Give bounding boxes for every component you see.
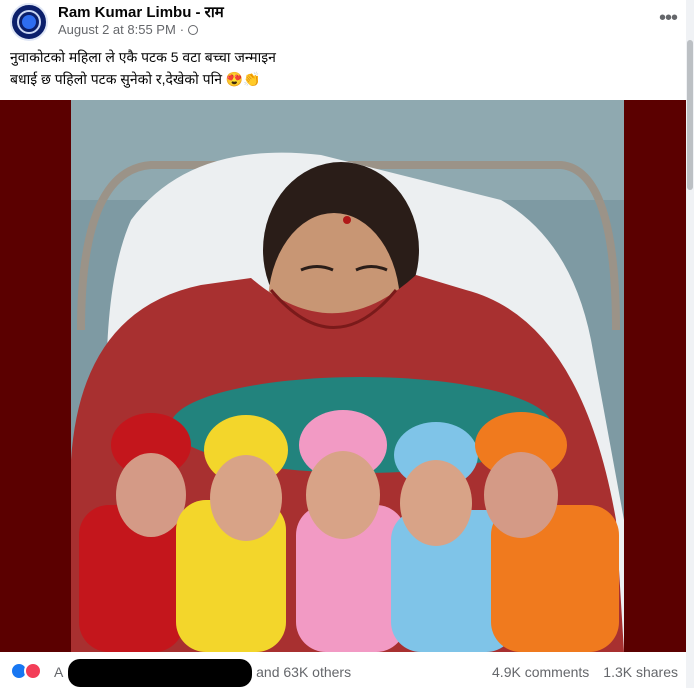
scrollbar-thumb[interactable] (687, 40, 693, 190)
more-options-icon[interactable]: ••• (655, 8, 681, 28)
globe-icon (188, 24, 199, 35)
post-footer: Aal and 63K others 4.9K comments 1.3K sh… (0, 652, 686, 688)
post-timestamp[interactable]: August 2 at 8:55 PM (58, 22, 176, 37)
meta-separator: · (179, 22, 185, 37)
shares-count[interactable]: 1.3K shares (603, 664, 678, 680)
author-name[interactable]: Ram Kumar Limbu - राम (58, 2, 224, 22)
post-text-line-1: नुवाकोटको महिला ले एकै पटक 5 वटा बच्चा ज… (10, 49, 276, 65)
post-header: Ram Kumar Limbu - राम August 2 at 8:55 P… (0, 0, 694, 100)
avatar-logo (22, 15, 36, 29)
reactions-suffix: al and 63K others (241, 664, 352, 680)
comments-count[interactable]: 4.9K comments (492, 664, 589, 680)
photo-illustration (71, 100, 624, 652)
engagement-counts: 4.9K comments 1.3K shares (492, 664, 678, 680)
redaction-bar (68, 659, 252, 687)
author-avatar[interactable] (10, 3, 48, 41)
post-text: नुवाकोटको महिला ले एकै पटक 5 वटा बच्चा ज… (10, 46, 670, 90)
post-text-line-2: बधाई छ पहिलो पटक सुनेको र,देखेको पनि 😍👏 (10, 71, 261, 87)
mother-bindi (343, 216, 351, 224)
love-icon (24, 662, 42, 680)
post-meta: August 2 at 8:55 PM · (58, 22, 199, 37)
post-photo[interactable] (71, 100, 624, 652)
reaction-icons[interactable] (10, 662, 50, 680)
reactions-prefix: A (54, 664, 64, 680)
